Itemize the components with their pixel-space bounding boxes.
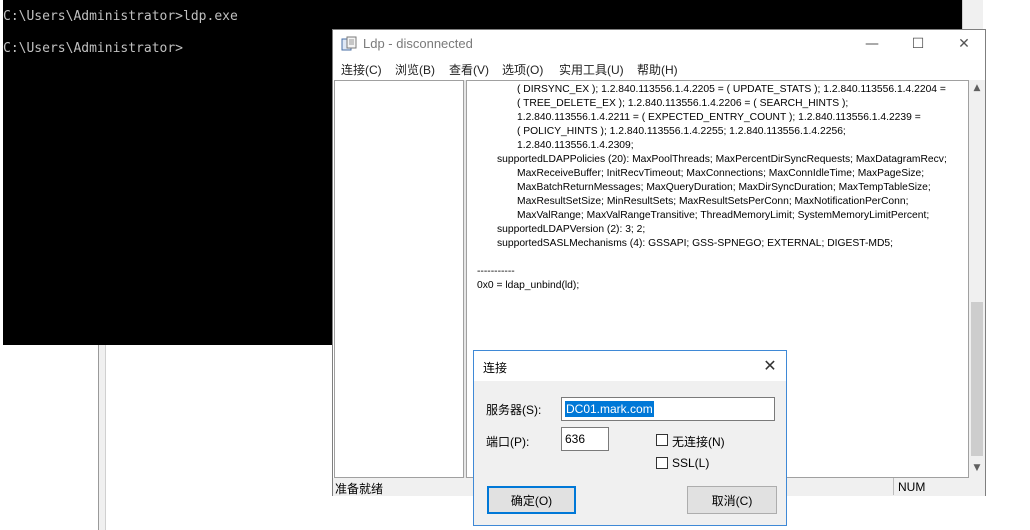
- output-line: -----------: [477, 266, 515, 277]
- output-text: ( DIRSYNC_EX ); 1.2.840.113556.1.4.2205 …: [477, 83, 947, 293]
- tree-pane[interactable]: [334, 80, 464, 478]
- dialog-close-icon[interactable]: ✕: [758, 356, 782, 376]
- port-input[interactable]: 636: [561, 427, 609, 451]
- num-lock-indicator: NUM: [893, 478, 971, 495]
- menu-bar: 连接(C) 浏览(B) 查看(V) 选项(O) 实用工具(U) 帮助(H): [333, 58, 985, 80]
- server-label: 服务器(S):: [486, 403, 542, 417]
- port-label: 端口(P):: [486, 435, 530, 449]
- connectionless-checkbox[interactable]: [656, 434, 668, 446]
- dialog-titlebar[interactable]: 连接 ✕: [474, 351, 786, 381]
- vertical-scrollbar[interactable]: ▲ ▼: [969, 80, 985, 478]
- server-input[interactable]: DC01.mark.com: [561, 397, 775, 421]
- scroll-down-icon[interactable]: ▼: [969, 460, 985, 476]
- menu-options[interactable]: 选项(O): [502, 61, 543, 78]
- ldp-titlebar[interactable]: Ldp - disconnected — ☐ ✕: [333, 30, 985, 58]
- output-line: MaxBatchReturnMessages; MaxQueryDuration…: [517, 182, 931, 193]
- ssl-checkbox[interactable]: [656, 457, 668, 469]
- output-line: ( DIRSYNC_EX ); 1.2.840.113556.1.4.2205 …: [517, 84, 946, 95]
- output-line: supportedLDAPPolicies (20): MaxPoolThrea…: [497, 154, 947, 165]
- output-line: 1.2.840.113556.1.4.2211 = ( EXPECTED_ENT…: [517, 112, 921, 123]
- server-value: DC01.mark.com: [565, 401, 654, 417]
- background-window-fragment: [962, 0, 983, 30]
- output-line: 1.2.840.113556.1.4.2309;: [517, 140, 634, 151]
- connect-dialog: 连接 ✕ 服务器(S): DC01.mark.com 端口(P): 636 无连…: [473, 350, 787, 526]
- output-line: MaxValRange; MaxValRangeTransitive; Thre…: [517, 210, 930, 221]
- output-line: supportedSASLMechanisms (4): GSSAPI; GSS…: [497, 238, 893, 249]
- minimize-button[interactable]: —: [849, 30, 895, 58]
- menu-utilities[interactable]: 实用工具(U): [559, 61, 624, 78]
- ssl-label[interactable]: SSL(L): [672, 456, 709, 470]
- port-value: 636: [565, 432, 586, 446]
- output-line: MaxReceiveBuffer; InitRecvTimeout; MaxCo…: [517, 168, 925, 179]
- output-line: 0x0 = ldap_unbind(ld);: [477, 280, 580, 291]
- console-line: C:\Users\Administrator>ldp.exe: [3, 9, 238, 24]
- cancel-button[interactable]: 取消(C): [687, 486, 777, 514]
- ldp-app-icon: [341, 36, 357, 51]
- status-text: 准备就绪: [335, 482, 384, 496]
- maximize-button[interactable]: ☐: [895, 30, 941, 58]
- menu-help[interactable]: 帮助(H): [637, 61, 678, 78]
- close-button[interactable]: ✕: [941, 30, 987, 58]
- menu-browse[interactable]: 浏览(B): [395, 61, 435, 78]
- console-line: C:\Users\Administrator>: [3, 41, 184, 56]
- window-title: Ldp - disconnected: [363, 36, 473, 51]
- ok-button[interactable]: 确定(O): [487, 486, 576, 514]
- output-line: ( POLICY_HINTS ); 1.2.840.113556.1.4.225…: [517, 126, 846, 137]
- background-window-edge: [98, 340, 106, 530]
- menu-connection[interactable]: 连接(C): [341, 61, 382, 78]
- output-line: ( TREE_DELETE_EX ); 1.2.840.113556.1.4.2…: [517, 98, 849, 109]
- connectionless-label[interactable]: 无连接(N): [672, 433, 725, 450]
- dialog-title: 连接: [483, 361, 508, 375]
- output-line: MaxResultSetSize; MinResultSets; MaxResu…: [517, 196, 909, 207]
- menu-view[interactable]: 查看(V): [449, 61, 489, 78]
- scroll-up-icon[interactable]: ▲: [969, 80, 985, 96]
- output-line: supportedLDAPVersion (2): 3; 2;: [497, 224, 646, 235]
- scroll-thumb[interactable]: [971, 302, 983, 456]
